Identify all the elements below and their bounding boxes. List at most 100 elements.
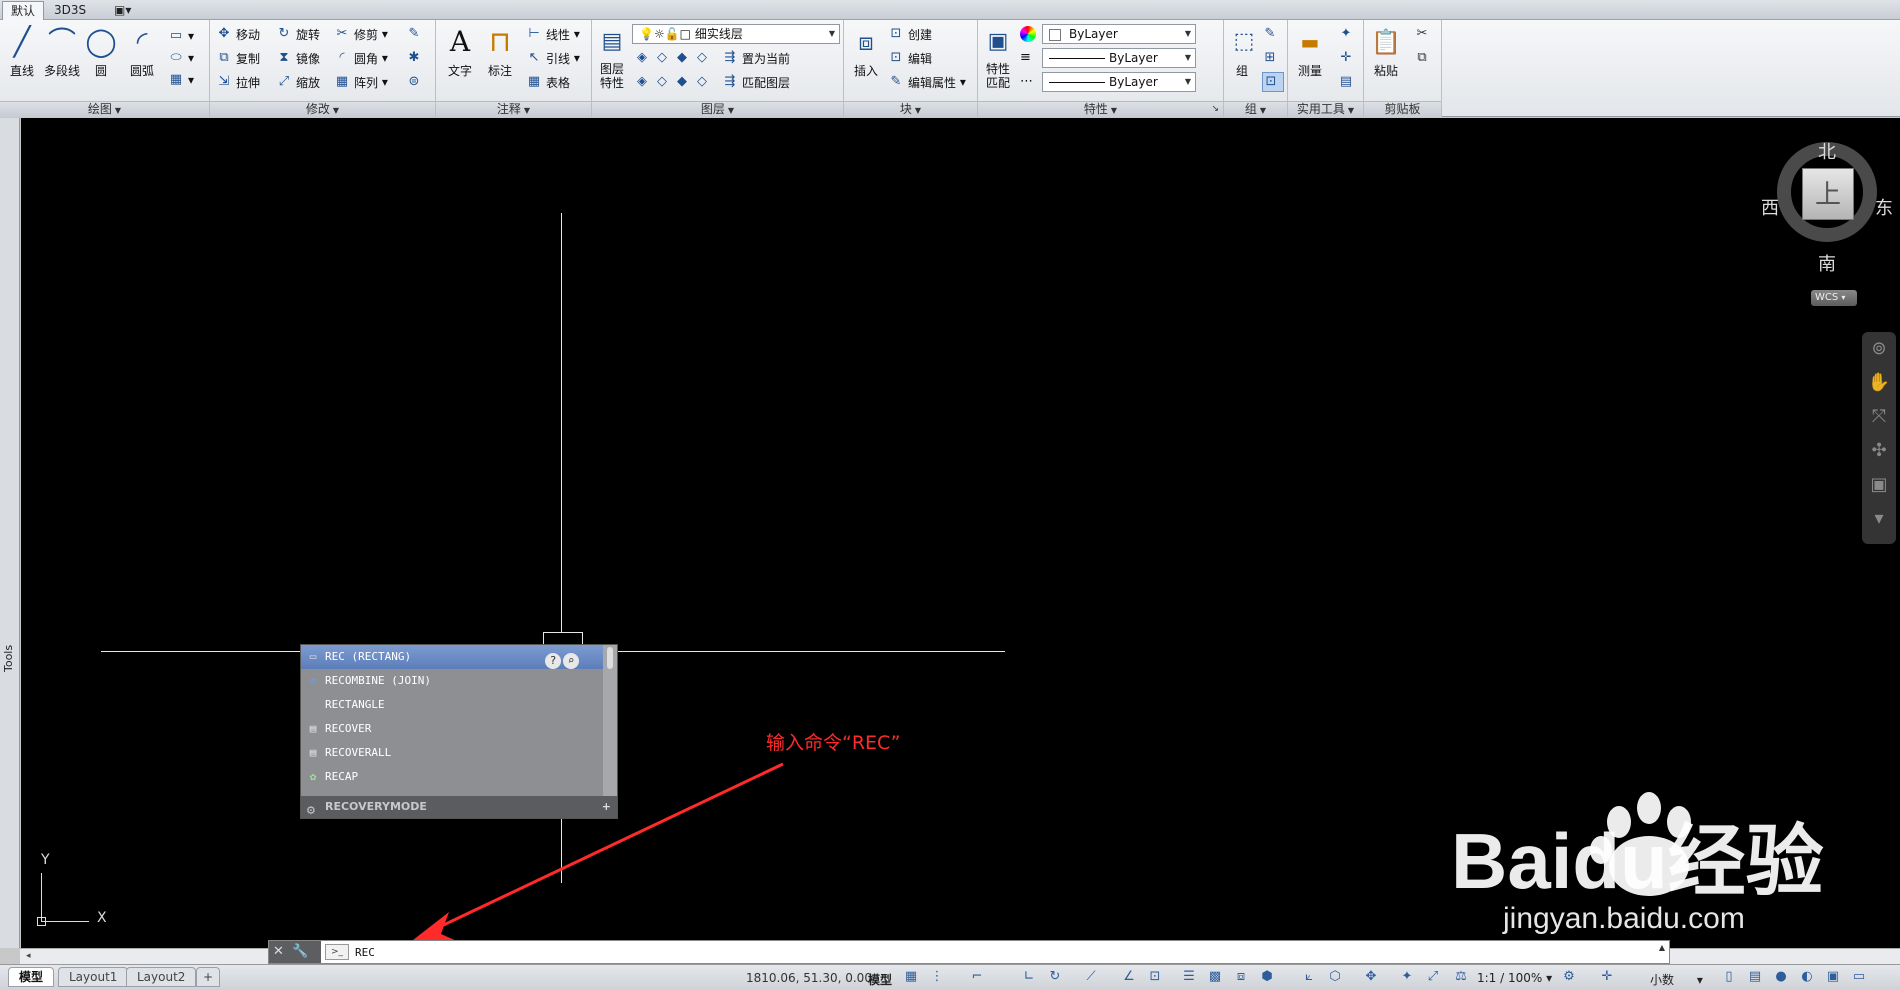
autocomplete-list[interactable]: ▭ REC (RECTANG) ? ⌕ ⇄ RECOMBINE (JOIN) RECT… (300, 644, 618, 819)
drawing-canvas[interactable]: 上 北 南 西 东 WCS ▾ ⊚ ✋ ⤧ ✣ ▣ ▾ Y X 输入命令“REC… (21, 118, 1900, 948)
mirror-button[interactable]: ⧗ 镜像 (276, 48, 320, 68)
panel-clipboard-title[interactable]: 剪贴板 (1364, 101, 1441, 117)
arc-button[interactable]: ◜ 圆弧 (122, 24, 162, 79)
text-button[interactable]: A 文字 (440, 24, 480, 79)
grid-icon[interactable]: ▦ (902, 969, 920, 985)
panel-layers-title[interactable]: 图层 ▼ (592, 101, 843, 117)
isolate-objects-icon[interactable]: ● (1772, 969, 1790, 985)
leader-button[interactable]: ↖ 引线 ▾ (526, 48, 580, 68)
hatch-tool[interactable]: ⬭ ▾ (168, 48, 194, 68)
autocomplete-footer[interactable]: ⚙ RECOVERYMODE + (301, 796, 617, 818)
panel-properties-title[interactable]: 特性 ▼ ↘ (978, 101, 1223, 117)
tab-layout2[interactable]: Layout2 (126, 967, 197, 987)
tab-workspace-menu[interactable]: ▣▾ (106, 1, 139, 20)
autocomplete-item[interactable]: ▤ RECOVERALL (301, 741, 603, 765)
annotation-visibility-icon[interactable]: ✦ (1398, 969, 1416, 985)
autocomplete-item[interactable]: ▤ RECOVER (301, 717, 603, 741)
tab-default[interactable]: 默认 (2, 1, 45, 20)
viewcube[interactable]: 上 北 南 西 东 WCS ▾ (1751, 118, 1900, 318)
copy-clip-button[interactable]: ⧉ (1414, 48, 1434, 68)
scale-button[interactable]: ⤢ 缩放 (276, 72, 320, 92)
tab-layout1[interactable]: Layout1 (58, 967, 129, 987)
horizontal-scroll-right[interactable] (1670, 948, 1900, 964)
tab-model[interactable]: 模型 (8, 967, 55, 987)
autocomplete-scrollbar[interactable] (603, 645, 617, 797)
panel-utilities-title[interactable]: 实用工具 ▼ (1288, 101, 1363, 117)
match-layer-button[interactable]: ⇶ 匹配图层 (722, 72, 790, 92)
paste-button[interactable]: 📋 粘贴 (1368, 24, 1404, 79)
lineweight-status-icon[interactable]: ☰ (1180, 969, 1198, 985)
viewcube-top-face[interactable]: 上 (1802, 168, 1854, 220)
offset-button[interactable]: ⊜ (406, 72, 426, 92)
annotation-scale-icon[interactable]: ⚖ (1452, 969, 1470, 985)
gizmo-icon[interactable]: ✥ (1362, 969, 1380, 985)
edit-block-button[interactable]: ⊡ 编辑 (888, 48, 932, 68)
group-edit-button[interactable]: ⊞ (1262, 48, 1282, 68)
osnap-icon[interactable]: ⊡ (1146, 969, 1164, 985)
table-button[interactable]: ▦ 表格 (526, 72, 570, 92)
nav-customize-icon[interactable]: ▾ (1862, 502, 1896, 536)
orbit-icon[interactable]: ✣ (1862, 434, 1896, 468)
copy-button[interactable]: ⧉ 复制 (216, 48, 260, 68)
compass-west[interactable]: 西 (1761, 194, 1779, 220)
scrollbar-thumb[interactable] (607, 647, 613, 669)
wcs-menu[interactable]: WCS ▾ (1811, 290, 1857, 306)
help-icon[interactable]: ? (545, 653, 561, 669)
infer-icon[interactable]: ⌐ (968, 969, 986, 985)
polar-icon[interactable]: ↻ (1046, 969, 1064, 985)
layer-properties-button[interactable]: ▤ 图层 特性 (594, 24, 630, 90)
workspace-gear-icon[interactable]: ⚙ (1560, 969, 1578, 985)
panel-launcher-icon[interactable]: ↘ (1211, 102, 1219, 117)
quick-properties-icon[interactable]: ▯ (1720, 969, 1738, 985)
lineweight-combo[interactable]: ByLayer ▼ (1042, 48, 1196, 68)
expand-icon[interactable]: + (602, 796, 611, 818)
panel-groups-title[interactable]: 组 ▼ (1224, 101, 1287, 117)
compass-south[interactable]: 南 (1818, 250, 1836, 276)
rotate-button[interactable]: ↻ 旋转 (276, 24, 320, 44)
isodraft-icon[interactable]: ⟋ (1082, 969, 1100, 985)
command-prompt-icon[interactable]: >_ (325, 944, 349, 960)
annotation-monitor-icon[interactable]: ✛ (1598, 969, 1616, 985)
autocomplete-item[interactable]: RECTANGLE (301, 693, 603, 717)
explode-button[interactable]: ✱ (406, 48, 426, 68)
erase-button[interactable]: ✎ (406, 24, 426, 44)
zoom-extents-icon[interactable]: ⤧ (1862, 400, 1896, 434)
search-icon[interactable]: ⌕ (563, 653, 579, 669)
quick-select-button[interactable]: ✦ (1338, 24, 1358, 44)
group-select-toggle[interactable]: ⊡ (1262, 72, 1284, 92)
units-readout[interactable]: 小数 ▾ (1650, 971, 1703, 988)
dynamic-ucs-icon[interactable]: ⟀ (1300, 969, 1318, 985)
close-icon[interactable]: ✕ (273, 944, 284, 959)
tool-palette-label[interactable]: Tools (2, 638, 18, 678)
horizontal-scroll-left[interactable]: ◂ (20, 948, 268, 964)
cut-button[interactable]: ✂ (1414, 24, 1434, 44)
model-space-toggle[interactable]: 模型 (868, 971, 892, 988)
rectangle-tool[interactable]: ▭ ▾ (168, 26, 194, 46)
tool-palette-strip[interactable]: Tools (0, 118, 20, 948)
panel-draw-title[interactable]: 绘图 ▼ (0, 101, 209, 117)
circle-button[interactable]: ◯ 圆 (82, 24, 120, 79)
autocomplete-item[interactable]: ✿ RECAP (301, 765, 603, 789)
panel-annotation-title[interactable]: 注释 ▼ (436, 101, 591, 117)
panel-block-title[interactable]: 块 ▼ (844, 101, 977, 117)
autocomplete-item[interactable]: ▭ REC (RECTANG) ? ⌕ (301, 645, 603, 669)
layer-tools-row2[interactable]: ◈ ◇ ◆ ◇ (634, 72, 714, 92)
trim-button[interactable]: ✂ 修剪 ▾ (334, 24, 388, 44)
selection-cycling-icon[interactable]: ⧈ (1232, 969, 1250, 985)
compass-north[interactable]: 北 (1818, 138, 1836, 164)
layer-combo[interactable]: 💡☼🔓□ 细实线层 ▼ (632, 24, 840, 44)
coordinate-readout[interactable]: 1810.06, 51.30, 0.00 (746, 971, 872, 985)
array-button[interactable]: ▦ 阵列 ▾ (334, 72, 388, 92)
group-button[interactable]: ⬚ 组 (1226, 24, 1258, 79)
layer-tools-row1[interactable]: ◈ ◇ ◆ ◇ (634, 48, 714, 68)
polyline-button[interactable]: ⌒ 多段线 (40, 24, 84, 79)
showmotion-icon[interactable]: ▣ (1862, 468, 1896, 502)
create-block-button[interactable]: ⊡ 创建 (888, 24, 932, 44)
tab-3d3s[interactable]: 3D3S (46, 1, 94, 20)
object-track-icon[interactable]: ∠ (1120, 969, 1138, 985)
panel-modify-title[interactable]: 修改 ▼ (210, 101, 435, 117)
match-properties-button[interactable]: ▣ 特性 匹配 (980, 24, 1016, 90)
wrench-icon[interactable]: 🔧 (292, 944, 308, 959)
linear-dim-button[interactable]: ⊢ 线性 ▾ (526, 24, 580, 44)
linetype-combo[interactable]: ByLayer ▼ (1042, 72, 1196, 92)
